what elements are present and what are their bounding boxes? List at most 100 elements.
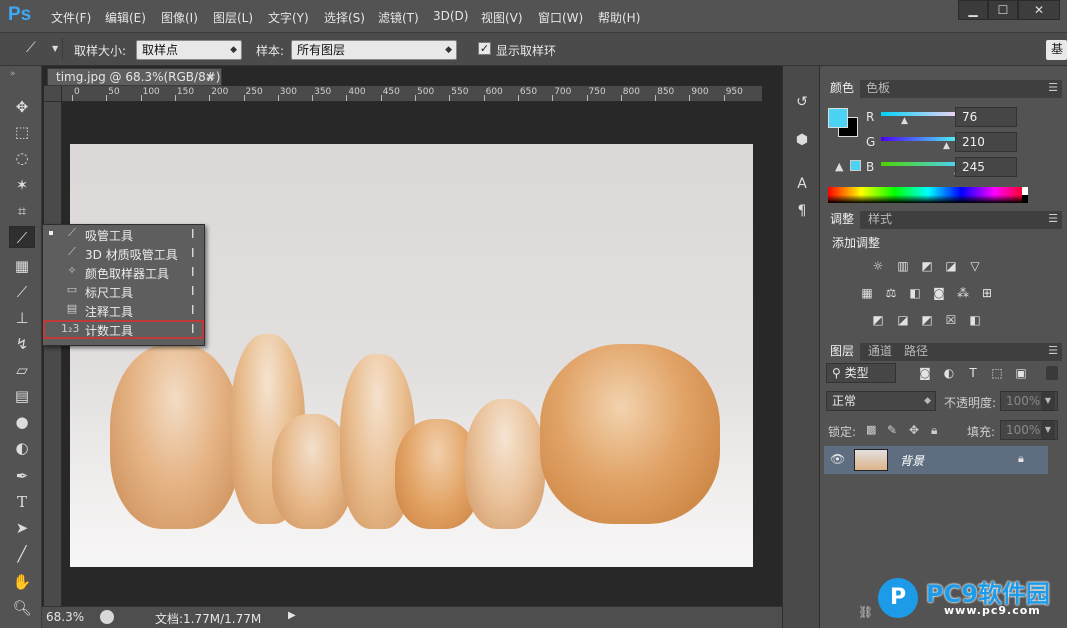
b-slider[interactable] <box>881 162 961 166</box>
filter-adjustment-icon[interactable]: ◐ <box>940 365 958 381</box>
menu-select[interactable]: 选择(S) <box>324 9 365 26</box>
layer-row-background[interactable]: 👁︎ 背景 🔒︎ <box>824 446 1048 474</box>
brush-tool-icon[interactable]: ⟋ <box>9 281 35 303</box>
ruler-origin[interactable] <box>44 86 62 102</box>
tab-adjustments[interactable]: 调整 <box>824 211 861 229</box>
show-ring-checkbox[interactable]: ✓ <box>478 42 491 55</box>
selective-color-icon[interactable]: ◧ <box>966 312 984 328</box>
tab-color[interactable]: 颜色 <box>824 80 861 98</box>
document-tab[interactable]: timg.jpg @ 68.3%(RGB/8#) × <box>47 68 222 86</box>
layer-filter-select[interactable]: ⚲ 类型 <box>826 363 896 383</box>
flyout-item-color-sampler[interactable]: ✧ 颜色取样器工具 I <box>43 263 204 282</box>
dodge-tool-icon[interactable]: ◐ <box>9 437 35 459</box>
close-window-button[interactable]: ✕ <box>1018 0 1060 20</box>
history-brush-tool-icon[interactable]: ↯ <box>9 333 35 355</box>
image-canvas[interactable] <box>70 144 753 567</box>
flyout-item-eyedropper[interactable]: ⟋ 吸管工具 I <box>43 225 204 244</box>
layer-name[interactable]: 背景 <box>900 452 924 469</box>
filter-pixel-icon[interactable]: ◙ <box>916 365 934 381</box>
lasso-tool-icon[interactable]: ◌ <box>9 147 35 169</box>
g-value-input[interactable]: 210 <box>955 132 1017 152</box>
panel-menu-icon[interactable]: ☰ <box>1048 81 1058 94</box>
menu-edit[interactable]: 编辑(E) <box>105 9 146 26</box>
gradient-tool-icon[interactable]: ▤ <box>9 385 35 407</box>
status-arrow-icon[interactable]: ▶ <box>288 610 296 621</box>
eyedropper-tool-icon[interactable]: ⟋ <box>9 226 35 248</box>
history-panel-icon[interactable]: ↺ <box>789 90 815 114</box>
chevron-down-icon[interactable]: ▼ <box>1041 392 1055 410</box>
pen-tool-icon[interactable]: ✒ <box>9 465 35 487</box>
menu-view[interactable]: 视图(V) <box>481 9 523 26</box>
3d-panel-icon[interactable]: ⬢ <box>789 128 815 152</box>
link-layers-icon[interactable]: ⛓ <box>858 605 873 619</box>
filter-shape-icon[interactable]: ⬚ <box>988 365 1006 381</box>
sample-size-select[interactable]: 取样点 ◆ <box>136 40 242 60</box>
flyout-item-note[interactable]: ▤ 注释工具 I <box>43 301 204 320</box>
flyout-item-ruler[interactable]: ▭ 标尺工具 I <box>43 282 204 301</box>
levels-icon[interactable]: ▥ <box>894 258 912 274</box>
preset-chevron-icon[interactable]: ▼ <box>52 44 58 53</box>
paragraph-panel-icon[interactable]: ¶ <box>789 199 815 223</box>
line-tool-icon[interactable]: ╱ <box>9 543 35 565</box>
zoom-level[interactable]: 68.3% <box>46 610 84 624</box>
panel-menu-icon[interactable]: ☰ <box>1048 212 1058 225</box>
crop-tool-icon[interactable]: ⌗ <box>9 200 35 222</box>
menu-3d[interactable]: 3D(D) <box>433 9 468 23</box>
menu-help[interactable]: 帮助(H) <box>598 9 640 26</box>
color-balance-icon[interactable]: ⚖ <box>882 285 900 301</box>
tab-layers[interactable]: 图层 <box>824 343 861 361</box>
lock-position-icon[interactable]: ✥ <box>909 423 919 437</box>
r-slider[interactable] <box>881 112 961 116</box>
menu-window[interactable]: 窗口(W) <box>538 9 583 26</box>
move-tool-icon[interactable]: ✥ <box>9 96 35 118</box>
b-value-input[interactable]: 245 <box>955 157 1017 177</box>
chevron-down-icon[interactable]: ▼ <box>1041 421 1055 439</box>
tab-styles[interactable]: 样式 <box>862 211 898 229</box>
black-white-icon[interactable]: ◧ <box>906 285 924 301</box>
menu-layer[interactable]: 图层(L) <box>213 9 253 26</box>
healing-brush-tool-icon[interactable]: ▦ <box>9 255 35 277</box>
maximize-button[interactable]: ☐ <box>988 0 1018 20</box>
character-panel-icon[interactable]: A <box>789 172 815 196</box>
blend-mode-select[interactable]: 正常 ◆ <box>826 391 936 411</box>
r-slider-handle[interactable]: ▲ <box>901 116 908 126</box>
color-spectrum-bar[interactable] <box>828 187 1028 203</box>
blur-tool-icon[interactable]: ● <box>9 411 35 433</box>
exposure-icon[interactable]: ◪ <box>942 258 960 274</box>
threshold-icon[interactable]: ◩ <box>918 312 936 328</box>
flyout-item-3d-material-eyedropper[interactable]: ⟋ 3D 材质吸管工具 I <box>43 244 204 263</box>
web-safe-swatch[interactable] <box>850 160 861 171</box>
invert-icon[interactable]: ◩ <box>869 312 887 328</box>
type-tool-icon[interactable]: T <box>9 491 35 513</box>
filter-toggle[interactable] <box>1046 366 1058 380</box>
tab-paths[interactable]: 路径 <box>898 343 934 361</box>
menu-filter[interactable]: 滤镜(T) <box>378 9 419 26</box>
color-lookup-icon[interactable]: ⊞ <box>978 285 996 301</box>
sample-select[interactable]: 所有图层 ◆ <box>291 40 457 60</box>
minimize-button[interactable]: ▁ <box>958 0 988 20</box>
menu-type[interactable]: 文字(Y) <box>268 9 309 26</box>
close-tab-icon[interactable]: × <box>205 69 215 85</box>
lock-transparent-icon[interactable]: ▩ <box>866 423 876 436</box>
gradient-map-icon[interactable]: ☒ <box>942 312 960 328</box>
photo-filter-icon[interactable]: ◙ <box>930 285 948 301</box>
menu-file[interactable]: 文件(F) <box>51 9 91 26</box>
lock-all-icon[interactable]: 🔒︎ <box>931 423 937 438</box>
visibility-eye-icon[interactable]: 👁︎ <box>830 452 845 466</box>
menu-image[interactable]: 图像(I) <box>161 9 198 26</box>
magic-wand-tool-icon[interactable]: ✶ <box>9 174 35 196</box>
g-slider-handle[interactable]: ▲ <box>943 141 950 151</box>
clone-stamp-tool-icon[interactable]: ⊥ <box>9 307 35 329</box>
path-selection-tool-icon[interactable]: ➤ <box>9 517 35 539</box>
warning-icon[interactable]: ▲ <box>835 160 843 173</box>
lock-image-icon[interactable]: ✎ <box>887 423 897 437</box>
marquee-tool-icon[interactable]: ⬚ <box>9 121 35 143</box>
tab-swatches[interactable]: 色板 <box>860 80 896 98</box>
filter-type-icon[interactable]: T <box>964 365 982 381</box>
eyedropper-preset-icon[interactable]: ⟋ <box>26 40 36 56</box>
panel-menu-icon[interactable]: ☰ <box>1048 344 1058 357</box>
channel-mixer-icon[interactable]: ⁂ <box>954 285 972 301</box>
workspace-button[interactable]: 基 <box>1046 40 1067 60</box>
brightness-contrast-icon[interactable]: ☼ <box>869 258 887 274</box>
collapse-icon[interactable]: » <box>10 69 16 79</box>
